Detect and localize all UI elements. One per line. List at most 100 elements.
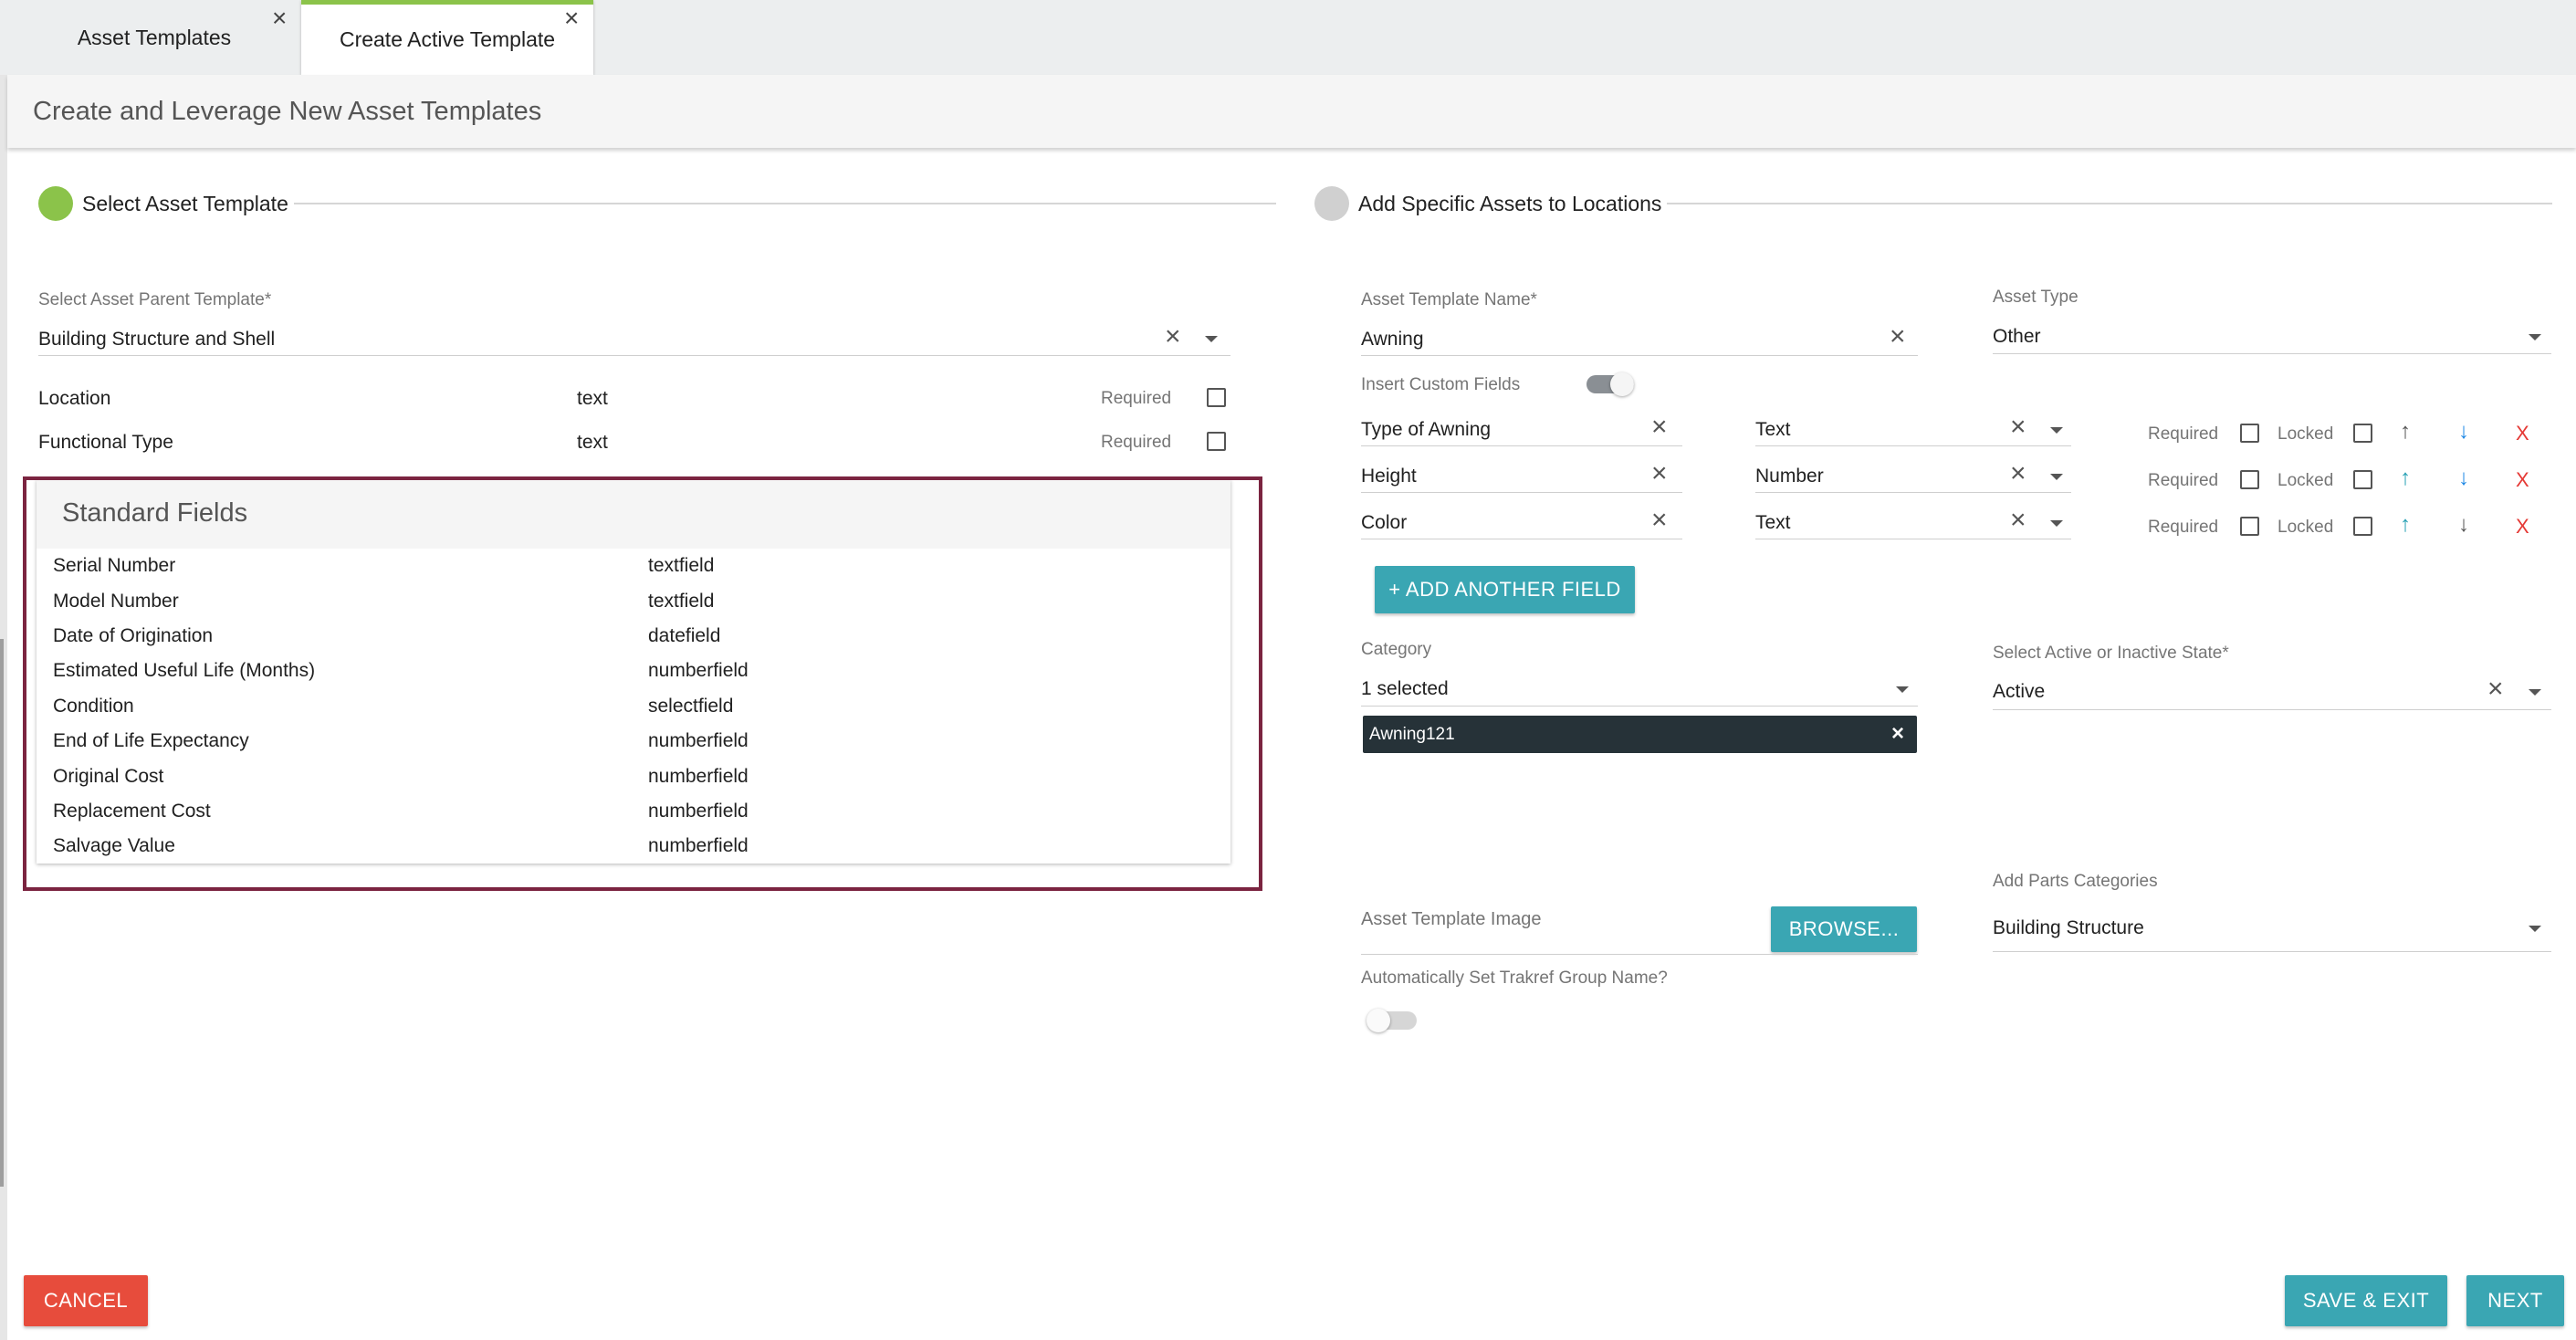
custom-field-type-select[interactable]: Text [1755,512,1791,534]
template-image-label: Asset Template Image [1361,909,1542,929]
standard-field-name: End of Life Expectancy [53,730,249,751]
required-label: Required [2148,518,2219,537]
category-chip-label: Awning121 [1369,725,1455,744]
required-checkbox[interactable] [2240,517,2259,536]
parts-categories-select[interactable]: Building Structure [1993,917,2144,939]
standard-field-type: textfield [648,555,715,576]
clear-icon[interactable]: × [2010,507,2026,534]
chevron-down-icon[interactable] [2529,926,2541,932]
locked-checkbox[interactable] [2353,517,2372,536]
input-underline [1361,355,1918,356]
step-2-label[interactable]: Add Specific Assets to Locations [1358,192,1661,216]
asset-type-select[interactable]: Other [1993,326,2041,348]
input-underline [1361,445,1682,446]
required-checkbox[interactable] [1207,388,1226,407]
chevron-down-icon[interactable] [2050,474,2063,480]
step-1-label[interactable]: Select Asset Template [82,192,288,216]
chevron-down-icon[interactable] [1205,336,1218,342]
close-icon[interactable]: × [272,5,287,31]
browse-button[interactable]: BROWSE... [1771,906,1917,952]
move-down-icon[interactable]: ↓ [2458,467,2469,489]
tab-label: Create Active Template [339,27,556,51]
select-underline [1361,706,1918,707]
clear-icon[interactable]: × [1890,323,1906,351]
template-name-label: Asset Template Name* [1361,290,1537,309]
move-down-icon[interactable]: ↓ [2458,514,2469,536]
clear-icon[interactable]: × [1165,323,1181,351]
standard-field-type: datefield [648,625,721,646]
standard-field-name: Estimated Useful Life (Months) [53,660,316,681]
required-checkbox[interactable] [1207,432,1226,451]
tab-create-active-template[interactable]: Create Active Template [301,0,593,75]
highlight-box [23,476,1262,891]
parts-categories-label: Add Parts Categories [1993,872,2158,891]
standard-field-type: selectfield [648,696,734,717]
chevron-down-icon[interactable] [2050,427,2063,434]
save-exit-button[interactable]: SAVE & EXIT [2285,1275,2447,1326]
required-label: Required [2148,471,2219,490]
input-underline [1361,492,1682,493]
chevron-down-icon[interactable] [1896,686,1909,693]
standard-field-name: Serial Number [53,555,176,576]
move-up-icon[interactable]: ↑ [2400,421,2411,443]
category-select[interactable]: 1 selected [1361,678,1449,700]
custom-field-name-input[interactable]: Type of Awning [1361,419,1491,441]
add-another-field-button[interactable]: + ADD ANOTHER FIELD [1375,566,1635,613]
auto-group-name-label: Automatically Set Trakref Group Name? [1361,968,1668,988]
custom-field-type-select[interactable]: Text [1755,419,1791,441]
standard-field-type: numberfield [648,801,749,822]
cancel-button[interactable]: CANCEL [24,1275,148,1326]
standard-field-name: Condition [53,696,134,717]
field-type: text [577,388,608,409]
locked-label: Locked [2278,518,2334,537]
close-icon[interactable]: × [564,5,579,31]
select-underline [1755,445,2071,446]
standard-field-name: Original Cost [53,766,164,787]
template-name-input[interactable]: Awning [1361,329,1424,351]
move-up-icon[interactable]: ↑ [2400,514,2411,536]
clear-icon[interactable]: × [2010,460,2026,487]
chip-remove-icon[interactable]: × [1891,721,1904,747]
next-button[interactable]: NEXT [2466,1275,2564,1326]
select-underline [1993,709,2551,710]
toggle-thumb[interactable] [1610,372,1634,396]
chevron-down-icon[interactable] [2529,689,2541,696]
custom-field-type-select[interactable]: Number [1755,466,1824,487]
standard-field-type: numberfield [648,835,749,856]
clear-icon[interactable]: × [2010,414,2026,441]
field-type: text [577,432,608,453]
clear-icon[interactable]: × [1651,507,1668,534]
delete-field-icon[interactable]: X [2516,470,2529,490]
required-checkbox[interactable] [2240,470,2259,489]
tab-asset-templates[interactable]: Asset Templates [7,0,301,75]
move-down-icon[interactable]: ↓ [2458,421,2469,443]
field-name: Functional Type [38,432,173,453]
standard-field-type: numberfield [648,766,749,787]
clear-icon[interactable]: × [1651,460,1668,487]
required-label: Required [1101,433,1172,452]
state-select[interactable]: Active [1993,681,2045,703]
chevron-down-icon[interactable] [2050,520,2063,527]
locked-checkbox[interactable] [2353,470,2372,489]
left-scrollbar[interactable] [0,639,4,1187]
required-label: Required [2148,424,2219,444]
toggle-thumb[interactable] [1367,1009,1390,1032]
parent-template-label: Select Asset Parent Template* [38,290,272,309]
custom-field-name-input[interactable]: Color [1361,512,1407,534]
custom-field-name-input[interactable]: Height [1361,466,1417,487]
parent-template-select[interactable]: Building Structure and Shell [38,329,275,351]
clear-icon[interactable]: × [1651,414,1668,441]
clear-icon[interactable]: × [2487,675,2504,703]
standard-field-name: Model Number [53,591,179,612]
move-up-icon[interactable]: ↑ [2400,467,2411,489]
required-checkbox[interactable] [2240,424,2259,443]
standard-field-type: textfield [648,591,715,612]
delete-field-icon[interactable]: X [2516,424,2529,444]
chevron-down-icon[interactable] [2529,334,2541,340]
locked-checkbox[interactable] [2353,424,2372,443]
tab-label: Asset Templates [77,25,232,49]
select-underline [1993,353,2551,354]
asset-type-label: Asset Type [1993,288,2079,307]
delete-field-icon[interactable]: X [2516,517,2529,537]
category-label: Category [1361,640,1432,659]
